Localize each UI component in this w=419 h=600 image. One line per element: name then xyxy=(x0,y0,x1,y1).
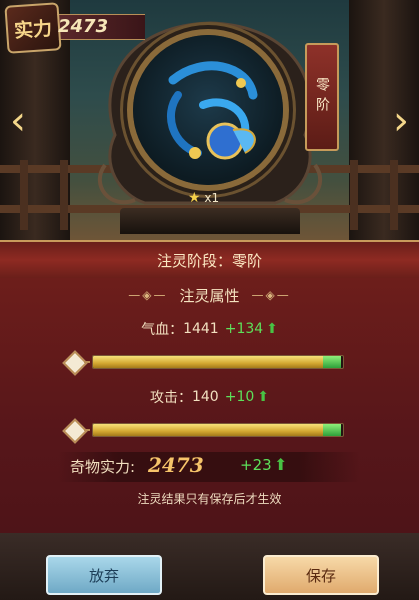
total-power-label: 奇物实力: xyxy=(70,458,136,476)
discard-button[interactable]: 放弃 xyxy=(46,555,162,595)
attack-progress-fill xyxy=(93,424,341,436)
railing-post xyxy=(60,160,68,230)
divider xyxy=(84,429,90,431)
jade-artifact-icon xyxy=(166,61,258,160)
up-arrow-icon: ⬆ xyxy=(274,455,288,474)
notice-text: 注灵结果只有保存后才生效 xyxy=(137,492,282,506)
railing-post xyxy=(390,160,398,230)
divider xyxy=(84,361,90,363)
power-value: 2473 xyxy=(58,16,109,37)
hp-progress-fill xyxy=(93,356,341,368)
up-arrow-icon: ⬆ xyxy=(257,389,269,405)
stage-line-text: 注灵阶段：零阶 xyxy=(156,251,262,270)
hp-progress-bar xyxy=(92,355,344,369)
railing-post xyxy=(350,160,358,230)
section-title: —◈— 注灵属性 —◈— xyxy=(0,283,419,307)
up-arrow-icon: ⬆ xyxy=(266,321,278,337)
progress-tip xyxy=(322,356,341,368)
total-power-increase: +23 xyxy=(240,456,272,474)
star-count-value: x1 xyxy=(204,191,220,205)
attribute-label: 气血： xyxy=(141,322,184,338)
attribute-value: 1441 xyxy=(183,321,219,337)
progress-tip xyxy=(322,424,341,436)
section-deco-right: —◈— xyxy=(251,288,291,302)
stage-tag: 零阶 xyxy=(305,43,339,151)
attack-progress-bar xyxy=(92,423,344,437)
attribute-row-hp: 气血： 1441 +134 ⬆ xyxy=(0,318,419,340)
attribute-label: 攻击： xyxy=(149,390,192,406)
attribute-row-attack: 攻击： 140 +10 ⬆ xyxy=(0,386,419,408)
total-power-value: 2473 xyxy=(148,453,204,477)
attribute-value: 140 xyxy=(191,389,219,405)
star-count: ★ x1 xyxy=(188,190,219,212)
stage-line: 注灵阶段：零阶 xyxy=(0,240,419,280)
railing-post xyxy=(20,160,28,230)
arrow-right-icon[interactable]: › xyxy=(386,98,416,144)
power-badge: 实力 xyxy=(4,2,62,54)
attribute-increase: +10 xyxy=(224,389,255,405)
power-display: 实力 2473 xyxy=(4,2,156,54)
section-deco-left: —◈— xyxy=(128,288,168,302)
item-medallion[interactable] xyxy=(133,35,283,185)
arrow-left-icon[interactable]: ‹ xyxy=(3,98,33,144)
attribute-increase: +134 xyxy=(224,321,264,337)
star-icon: ★ xyxy=(188,190,201,206)
save-button[interactable]: 保存 xyxy=(263,555,379,595)
section-title-text: 注灵属性 xyxy=(179,286,240,305)
